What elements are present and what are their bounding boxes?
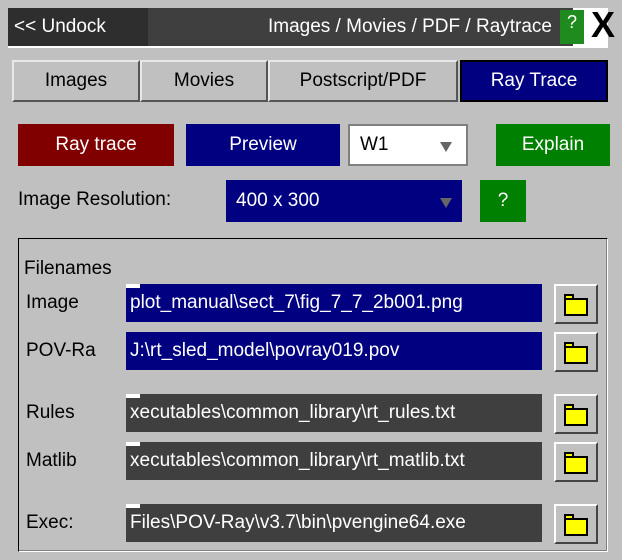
- resolution-label: Image Resolution:: [18, 189, 172, 210]
- resolution-help-button[interactable]: ?: [480, 180, 526, 222]
- exec-filename-value: Files\POV-Ray\v3.7\bin\pvengine64.exe: [130, 512, 466, 533]
- pov-filename-value: J:\rt_sled_model\povray019.pov: [130, 340, 400, 361]
- rules-filename-value: xecutables\common_library\rt_rules.txt: [130, 402, 456, 423]
- matlib-filename-value: xecutables\common_library\rt_matlib.txt: [130, 450, 465, 471]
- exec-filename-field[interactable]: Files\POV-Ray\v3.7\bin\pvengine64.exe: [126, 504, 542, 542]
- explain-button[interactable]: Explain: [496, 124, 610, 166]
- tab-postscript-pdf[interactable]: Postscript/PDF: [268, 60, 458, 102]
- pov-filename-field[interactable]: J:\rt_sled_model\povray019.pov: [126, 332, 542, 370]
- tab-images[interactable]: Images: [12, 60, 140, 102]
- folder-icon: [564, 518, 588, 536]
- rules-filename-field[interactable]: xecutables\common_library\rt_rules.txt: [126, 394, 542, 432]
- exec-label: Exec:: [26, 512, 74, 533]
- filenames-heading: Filenames: [24, 258, 112, 279]
- undock-button[interactable]: << Undock: [8, 8, 148, 46]
- pov-browse-button[interactable]: [554, 332, 598, 372]
- matlib-browse-button[interactable]: [554, 442, 598, 482]
- image-filename-value: plot_manual\sect_7\fig_7_7_2b001.png: [130, 292, 463, 313]
- help-button[interactable]: ?: [560, 10, 584, 44]
- dropdown-arrow-icon: [440, 198, 452, 208]
- pov-label: POV-Ra: [26, 340, 96, 361]
- matlib-filename-field[interactable]: xecutables\common_library\rt_matlib.txt: [126, 442, 542, 480]
- resolution-select[interactable]: 400 x 300: [226, 180, 462, 222]
- image-browse-button[interactable]: [554, 284, 598, 324]
- preview-button[interactable]: Preview: [186, 124, 340, 166]
- folder-icon: [564, 346, 588, 364]
- rules-browse-button[interactable]: [554, 394, 598, 434]
- close-button[interactable]: X: [586, 4, 620, 45]
- window-select-value: W1: [360, 134, 389, 155]
- text-cursor: [126, 504, 140, 508]
- text-cursor: [126, 442, 140, 446]
- tab-movies[interactable]: Movies: [140, 60, 268, 102]
- rules-label: Rules: [26, 402, 75, 423]
- exec-browse-button[interactable]: [554, 504, 598, 544]
- folder-icon: [564, 408, 588, 426]
- dropdown-arrow-icon: [440, 142, 452, 152]
- text-cursor: [126, 394, 140, 398]
- resolution-select-value: 400 x 300: [236, 190, 320, 211]
- image-filename-field[interactable]: plot_manual\sect_7\fig_7_7_2b001.png: [126, 284, 542, 322]
- image-label: Image: [26, 292, 79, 313]
- tab-ray-trace[interactable]: Ray Trace: [460, 60, 608, 102]
- folder-icon: [564, 298, 588, 316]
- raytrace-button[interactable]: Ray trace: [18, 124, 174, 166]
- window-select[interactable]: W1: [348, 124, 468, 166]
- text-cursor: [126, 284, 140, 288]
- window-title: Images / Movies / PDF / Raytrace: [267, 16, 552, 37]
- folder-icon: [564, 456, 588, 474]
- matlib-label: Matlib: [26, 450, 77, 471]
